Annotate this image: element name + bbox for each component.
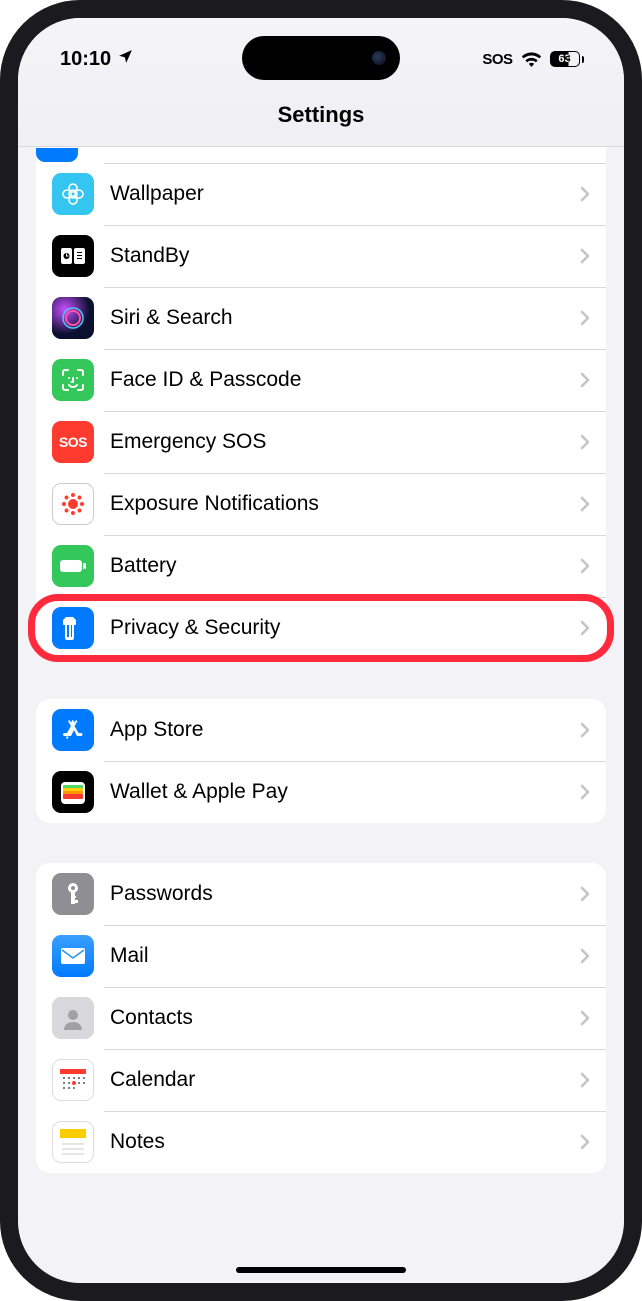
row-standby[interactable]: StandBy	[36, 225, 606, 287]
chevron-right-icon	[580, 1010, 590, 1026]
settings-group: Wallpaper StandBy Siri & Search	[36, 147, 606, 659]
row-wallpaper[interactable]: Wallpaper	[36, 163, 606, 225]
row-label: Emergency SOS	[110, 430, 580, 454]
status-time: 10:10	[60, 48, 111, 71]
chevron-right-icon	[580, 186, 590, 202]
row-battery[interactable]: Battery	[36, 535, 606, 597]
standby-icon	[52, 235, 94, 277]
row-wallet-apple-pay[interactable]: Wallet & Apple Pay	[36, 761, 606, 823]
row-contacts[interactable]: Contacts	[36, 987, 606, 1049]
battery-indicator: 63	[550, 51, 585, 67]
row-label: Battery	[110, 554, 580, 578]
row-exposure-notifications[interactable]: Exposure Notifications	[36, 473, 606, 535]
row-label: Wallpaper	[110, 182, 580, 206]
cutoff-icon	[36, 148, 78, 162]
row-faceid-passcode[interactable]: Face ID & Passcode	[36, 349, 606, 411]
row-notes[interactable]: Notes	[36, 1111, 606, 1173]
settings-group: Passwords Mail Contacts	[36, 863, 606, 1173]
row-siri-search[interactable]: Siri & Search	[36, 287, 606, 349]
row-label: Contacts	[110, 1006, 580, 1030]
calendar-icon	[52, 1059, 94, 1101]
notes-icon	[52, 1121, 94, 1163]
phone-frame: 10:10 SOS 63 Settings	[0, 0, 642, 1301]
nav-header: Settings	[18, 80, 624, 147]
battery-icon	[52, 545, 94, 587]
chevron-right-icon	[580, 248, 590, 264]
chevron-right-icon	[580, 1134, 590, 1150]
chevron-right-icon	[580, 620, 590, 636]
contacts-icon	[52, 997, 94, 1039]
siri-icon	[52, 297, 94, 339]
row-label: StandBy	[110, 244, 580, 268]
passwords-icon	[52, 873, 94, 915]
chevron-right-icon	[580, 722, 590, 738]
row-passwords[interactable]: Passwords	[36, 863, 606, 925]
wallpaper-icon	[52, 173, 94, 215]
row-label: Wallet & Apple Pay	[110, 780, 580, 804]
location-services-icon	[117, 48, 134, 71]
dynamic-island	[242, 36, 400, 80]
chevron-right-icon	[580, 496, 590, 512]
privacy-icon	[52, 607, 94, 649]
row-calendar[interactable]: Calendar	[36, 1049, 606, 1111]
page-title: Settings	[18, 102, 624, 128]
settings-group: App Store Wallet & Apple Pay	[36, 699, 606, 823]
appstore-icon	[52, 709, 94, 751]
chevron-right-icon	[580, 784, 590, 800]
row-label: Face ID & Passcode	[110, 368, 580, 392]
row-label: Exposure Notifications	[110, 492, 580, 516]
row-label: Siri & Search	[110, 306, 580, 330]
chevron-right-icon	[580, 1072, 590, 1088]
chevron-right-icon	[580, 886, 590, 902]
row-label: Calendar	[110, 1068, 580, 1092]
chevron-right-icon	[580, 372, 590, 388]
row-label: Mail	[110, 944, 580, 968]
wallet-icon	[52, 771, 94, 813]
mail-icon	[52, 935, 94, 977]
front-camera	[372, 51, 386, 65]
home-indicator[interactable]	[236, 1267, 406, 1273]
chevron-right-icon	[580, 310, 590, 326]
row-label: Privacy & Security	[110, 616, 580, 640]
sos-icon: SOS	[52, 421, 94, 463]
exposure-icon	[52, 483, 94, 525]
chevron-right-icon	[580, 948, 590, 964]
faceid-icon	[52, 359, 94, 401]
row-app-store[interactable]: App Store	[36, 699, 606, 761]
row-privacy-security[interactable]: Privacy & Security	[36, 597, 606, 659]
row-label: Notes	[110, 1130, 580, 1154]
settings-list[interactable]: Wallpaper StandBy Siri & Search	[18, 147, 624, 1282]
row-label: App Store	[110, 718, 580, 742]
chevron-right-icon	[580, 558, 590, 574]
row-label: Passwords	[110, 882, 580, 906]
chevron-right-icon	[580, 434, 590, 450]
row-emergency-sos[interactable]: SOS Emergency SOS	[36, 411, 606, 473]
wifi-icon	[521, 51, 542, 67]
partial-row-top[interactable]	[36, 147, 606, 163]
sos-indicator: SOS	[482, 51, 512, 68]
row-mail[interactable]: Mail	[36, 925, 606, 987]
